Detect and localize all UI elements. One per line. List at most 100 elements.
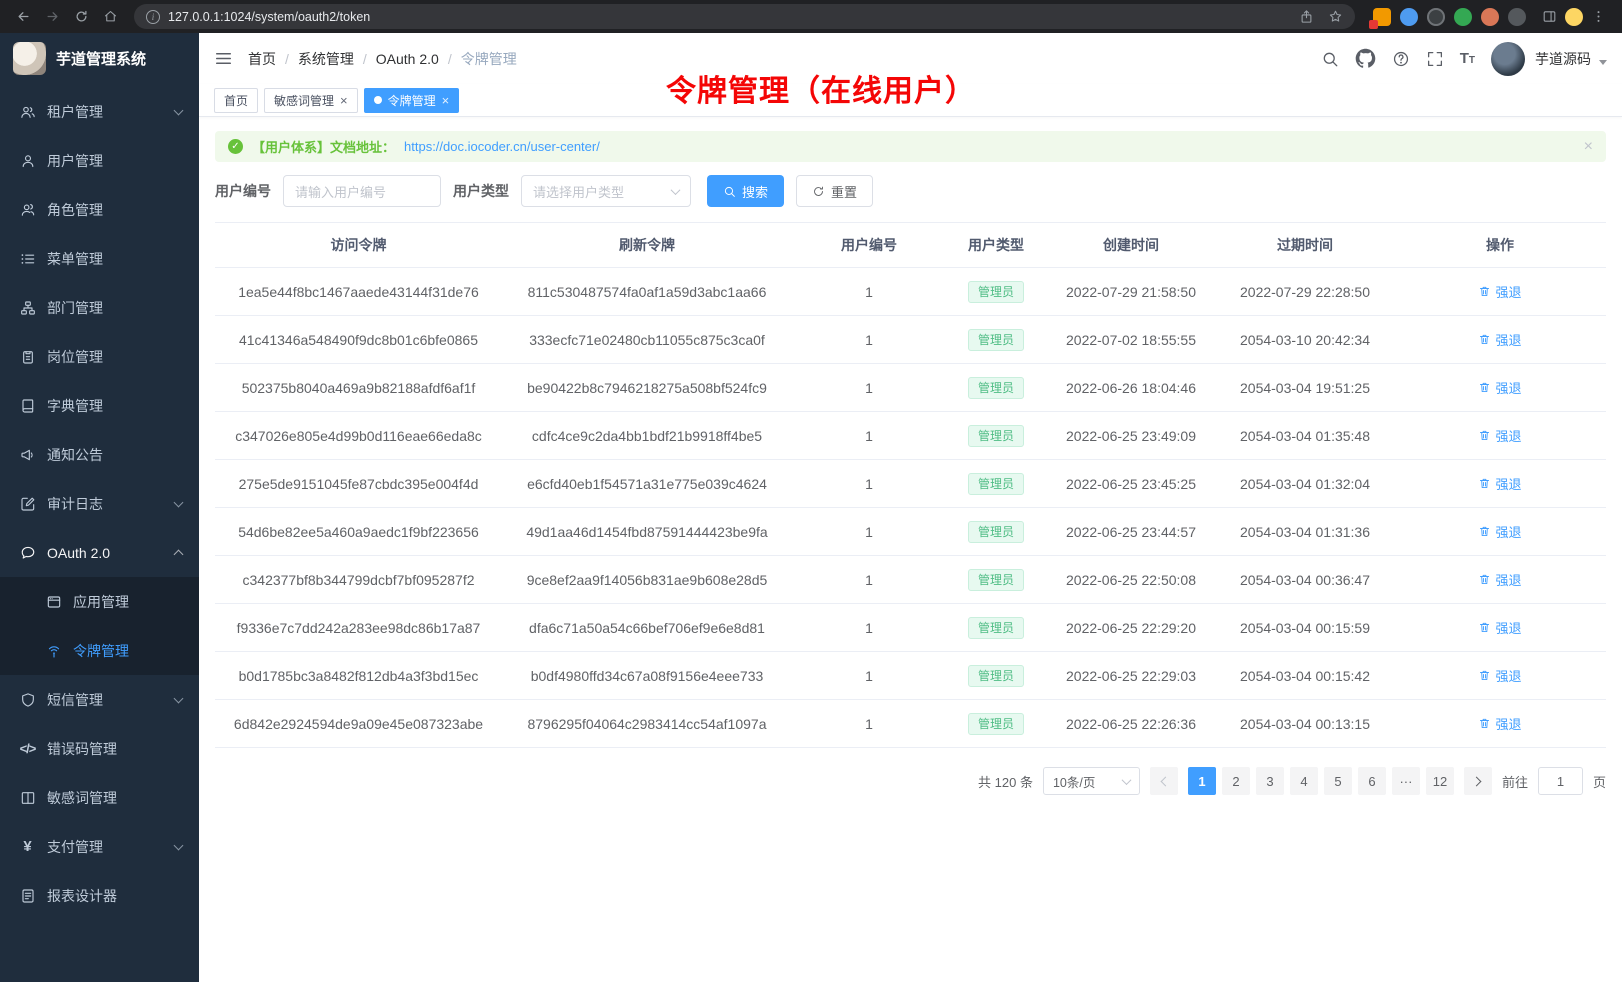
font-size-icon[interactable]: TT xyxy=(1460,51,1475,66)
page-button-6[interactable]: 6 xyxy=(1358,767,1386,795)
create-time-cell: 2022-06-25 22:29:03 xyxy=(1046,652,1216,700)
share-icon[interactable] xyxy=(1293,4,1320,29)
column-header: 过期时间 xyxy=(1216,223,1394,268)
user-id-cell: 1 xyxy=(792,700,946,748)
page-button-2[interactable]: 2 xyxy=(1222,767,1250,795)
sidebar-item-sms[interactable]: 短信管理 xyxy=(0,675,199,724)
url-text: 127.0.0.1:1024/system/oauth2/token xyxy=(168,10,1285,24)
force-logout-button[interactable]: 强退 xyxy=(1478,378,1521,397)
sidebar-item-role[interactable]: 角色管理 xyxy=(0,185,199,234)
sidebar-item-post[interactable]: 岗位管理 xyxy=(0,332,199,381)
sidebar-item-oauth2-app[interactable]: 应用管理 xyxy=(0,577,199,626)
sidebar-item-tenant[interactable]: 租户管理 xyxy=(0,87,199,136)
user-avatar[interactable] xyxy=(1491,42,1525,76)
sidebar-item-pay[interactable]: ¥支付管理 xyxy=(0,822,199,871)
force-logout-button[interactable]: 强退 xyxy=(1478,714,1521,733)
table-header-row: 访问令牌刷新令牌用户编号用户类型创建时间过期时间操作 xyxy=(215,223,1606,268)
forward-icon[interactable] xyxy=(39,4,66,29)
force-logout-button[interactable]: 强退 xyxy=(1478,618,1521,637)
extension-icon-blue[interactable] xyxy=(1400,8,1418,26)
extension-icon-green[interactable] xyxy=(1454,8,1472,26)
sidebar-item-label: 租户管理 xyxy=(47,102,103,122)
bookmark-star-icon[interactable] xyxy=(1322,4,1349,29)
extension-icon-paw[interactable] xyxy=(1508,8,1526,26)
tab-sensitive-word[interactable]: 敏感词管理 × xyxy=(264,88,358,113)
force-logout-button[interactable]: 强退 xyxy=(1478,474,1521,493)
breadcrumb-item[interactable]: OAuth 2.0 xyxy=(376,51,439,67)
help-icon[interactable] xyxy=(1392,50,1410,68)
success-check-icon: ✓ xyxy=(228,139,243,154)
profile-avatar-icon[interactable] xyxy=(1565,8,1583,26)
sidebar-item-dict[interactable]: 字典管理 xyxy=(0,381,199,430)
force-logout-label: 强退 xyxy=(1495,666,1521,685)
force-logout-button[interactable]: 强退 xyxy=(1478,282,1521,301)
user-type-select[interactable]: 请选择用户类型 xyxy=(521,175,691,207)
force-logout-button[interactable]: 强退 xyxy=(1478,666,1521,685)
breadcrumb-item[interactable]: 系统管理 xyxy=(298,49,354,69)
sidebar-item-oauth2[interactable]: OAuth 2.0 xyxy=(0,528,199,577)
extension-icon-orange[interactable] xyxy=(1373,8,1391,26)
page-button-1[interactable]: 1 xyxy=(1188,767,1216,795)
tab-close-icon[interactable]: × xyxy=(340,94,348,107)
tab-token[interactable]: 令牌管理× xyxy=(364,88,460,113)
access-token-cell: c347026e805e4d99b0d116eae66eda8c xyxy=(215,412,502,460)
chevron-down-icon[interactable] xyxy=(1599,60,1607,65)
collapse-menu-icon[interactable] xyxy=(214,49,233,68)
more-pages-button[interactable]: ··· xyxy=(1392,767,1420,795)
search-button[interactable]: 搜索 xyxy=(707,175,784,207)
tab-close-icon[interactable]: × xyxy=(442,94,450,107)
alert-close-icon[interactable]: × xyxy=(1584,139,1593,155)
fullscreen-icon[interactable] xyxy=(1426,50,1444,68)
sidebar-item-notice[interactable]: 通知公告 xyxy=(0,430,199,479)
page-button-12[interactable]: 12 xyxy=(1426,767,1454,795)
page-button-3[interactable]: 3 xyxy=(1256,767,1284,795)
force-logout-button[interactable]: 强退 xyxy=(1478,426,1521,445)
reload-icon[interactable] xyxy=(68,4,95,29)
user-type-tag: 管理员 xyxy=(968,473,1024,495)
user-id-input[interactable]: 请输入用户编号 xyxy=(283,175,441,207)
extension-icon-dark[interactable] xyxy=(1427,8,1445,26)
sidebar-item-dept[interactable]: 部门管理 xyxy=(0,283,199,332)
refresh-icon xyxy=(812,185,825,198)
goto-page-input[interactable]: 1 xyxy=(1538,767,1583,795)
home-icon[interactable] xyxy=(97,4,124,29)
site-info-icon[interactable]: i xyxy=(146,10,160,24)
prev-page-button[interactable] xyxy=(1150,767,1178,795)
filter-bar: 用户编号 请输入用户编号 用户类型 请选择用户类型 搜索 重置 xyxy=(215,175,1606,207)
page-button-4[interactable]: 4 xyxy=(1290,767,1318,795)
reset-button[interactable]: 重置 xyxy=(796,175,873,207)
sidebar-item-oauth2-token[interactable]: 令牌管理 xyxy=(0,626,199,675)
github-icon[interactable] xyxy=(1355,48,1376,69)
force-logout-button[interactable]: 强退 xyxy=(1478,522,1521,541)
goto-label: 前往 xyxy=(1502,772,1528,791)
expire-time-cell: 2054-03-04 01:35:48 xyxy=(1216,412,1394,460)
page-button-5[interactable]: 5 xyxy=(1324,767,1352,795)
breadcrumb-item[interactable]: 首页 xyxy=(248,49,276,69)
notice-icon xyxy=(19,446,36,463)
force-logout-label: 强退 xyxy=(1495,618,1521,637)
sidebar-item-user[interactable]: 用户管理 xyxy=(0,136,199,185)
chevron-down-icon xyxy=(174,497,184,507)
next-page-button[interactable] xyxy=(1464,767,1492,795)
search-icon[interactable] xyxy=(1321,50,1339,68)
page-size-select[interactable]: 10条/页 xyxy=(1043,767,1140,795)
sidebar-item-menu[interactable]: 菜单管理 xyxy=(0,234,199,283)
alert-doc-link[interactable]: https://doc.iocoder.cn/user-center/ xyxy=(404,139,600,154)
force-logout-button[interactable]: 强退 xyxy=(1478,330,1521,349)
sidebar-item-sensitive[interactable]: 敏感词管理 xyxy=(0,773,199,822)
sidebar-item-errcode[interactable]: </>错误码管理 xyxy=(0,724,199,773)
sidebar-item-report[interactable]: 报表设计器 xyxy=(0,871,199,920)
browser-menu-icon[interactable] xyxy=(1585,4,1612,29)
username[interactable]: 芋道源码 xyxy=(1535,49,1591,69)
tab-label: 敏感词管理 xyxy=(274,92,334,109)
user-type-cell: 管理员 xyxy=(946,460,1046,508)
sidebar-item-audit[interactable]: 审计日志 xyxy=(0,479,199,528)
back-icon[interactable] xyxy=(10,4,37,29)
sidebar-menu: 租户管理用户管理角色管理菜单管理部门管理岗位管理字典管理通知公告审计日志OAut… xyxy=(0,83,199,982)
sidebar-item-label: 错误码管理 xyxy=(47,739,117,759)
force-logout-button[interactable]: 强退 xyxy=(1478,570,1521,589)
split-screen-icon[interactable] xyxy=(1536,4,1563,29)
address-bar[interactable]: i 127.0.0.1:1024/system/oauth2/token xyxy=(134,4,1355,29)
extension-icon-sparkle[interactable] xyxy=(1481,8,1499,26)
tab-home[interactable]: 首页 xyxy=(214,88,258,113)
